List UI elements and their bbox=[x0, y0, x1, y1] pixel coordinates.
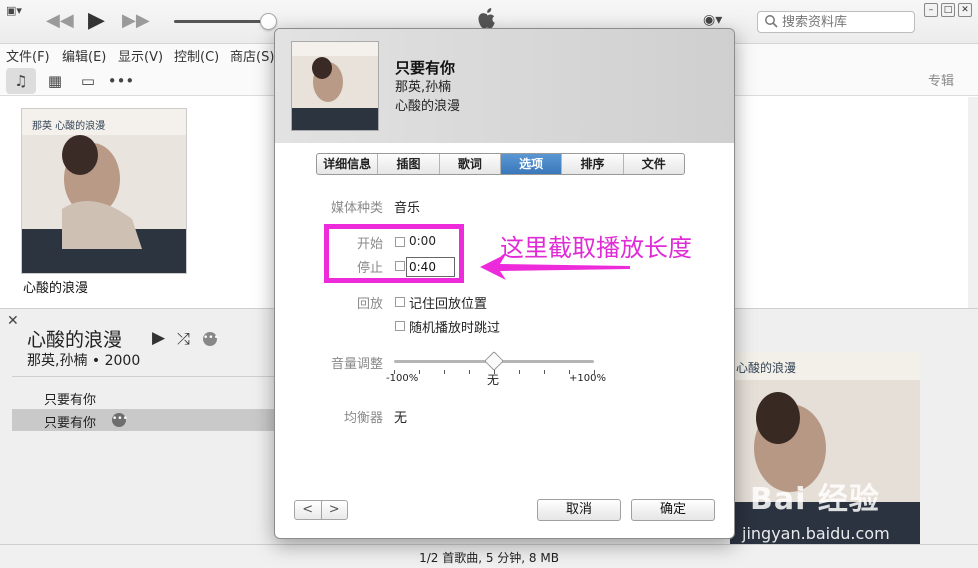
status-bar: 1/2 首歌曲, 5 分钟, 8 MB bbox=[0, 544, 978, 568]
remember-position-checkbox[interactable] bbox=[395, 297, 405, 307]
more-icon[interactable]: ••• bbox=[106, 68, 136, 94]
media-kind-label: 媒体种类 bbox=[330, 201, 383, 216]
dialog-album: 心酸的浪漫 bbox=[395, 99, 461, 114]
watermark-url: jingyan.baidu.com bbox=[742, 524, 890, 543]
album-cover-art: 那英 心酸的浪漫 bbox=[22, 109, 186, 273]
dialog-artist: 那英,孙楠 bbox=[395, 80, 452, 95]
track-row-selected[interactable]: 只要有你 ••• bbox=[12, 409, 274, 431]
slider-tick bbox=[519, 370, 520, 374]
slider-tick bbox=[544, 370, 545, 374]
slider-tick bbox=[469, 370, 470, 374]
tab-sorting[interactable]: 排序 bbox=[562, 154, 624, 174]
annotation-arrow-icon bbox=[480, 254, 630, 280]
volume-adjust-label: 音量调整 bbox=[330, 357, 383, 372]
track-title: 只要有你 bbox=[44, 416, 97, 431]
volume-adjust-knob[interactable] bbox=[484, 351, 504, 371]
shuffle-icon[interactable]: ⤮ bbox=[177, 329, 190, 349]
tv-icon[interactable]: ▭ bbox=[73, 68, 103, 94]
menu-view[interactable]: 显示(V) bbox=[118, 46, 163, 65]
previous-track-button[interactable]: ◀◀ bbox=[46, 10, 74, 32]
volume-min-label: -100% bbox=[386, 373, 419, 384]
tab-details[interactable]: 详细信息 bbox=[317, 154, 379, 174]
search-input[interactable] bbox=[782, 13, 910, 31]
maximize-button[interactable]: □ bbox=[941, 3, 955, 17]
film-icon[interactable]: ▦ bbox=[40, 68, 70, 94]
tab-artwork[interactable]: 插图 bbox=[378, 154, 440, 174]
search-icon bbox=[765, 15, 778, 28]
skip-shuffle-checkbox[interactable] bbox=[395, 321, 405, 331]
more-options-icon[interactable]: ••• bbox=[203, 332, 219, 346]
menu-controls[interactable]: 控制(C) bbox=[174, 46, 219, 65]
track-navigation: < > bbox=[294, 500, 348, 520]
media-kind-value[interactable]: 音乐 bbox=[394, 197, 420, 216]
dialog-album-art bbox=[291, 41, 379, 131]
close-window-button[interactable]: ✕ bbox=[958, 3, 972, 17]
track-row[interactable]: 只要有你 bbox=[12, 386, 274, 408]
remember-position-label[interactable]: 记住回放位置 bbox=[409, 293, 487, 312]
volume-max-label: +100% bbox=[569, 373, 606, 384]
albums-view-link[interactable]: 专辑 bbox=[928, 70, 954, 89]
menu-file[interactable]: 文件(F) bbox=[6, 46, 50, 65]
playback-label: 回放 bbox=[356, 297, 383, 312]
divider bbox=[12, 376, 274, 377]
equalizer-label: 均衡器 bbox=[343, 411, 383, 426]
menu-store[interactable]: 商店(S) bbox=[230, 46, 274, 65]
album-title: 心酸的浪漫 bbox=[27, 329, 123, 351]
album-cover[interactable]: 那英 心酸的浪漫 bbox=[21, 108, 187, 274]
watermark-logo: Bai 经验 bbox=[750, 482, 880, 517]
cancel-button[interactable]: 取消 bbox=[537, 499, 621, 521]
play-button[interactable]: ▶ bbox=[88, 10, 105, 32]
menu-edit[interactable]: 编辑(E) bbox=[62, 46, 106, 65]
equalizer-value[interactable]: 无 bbox=[394, 407, 407, 426]
track-more-icon[interactable]: ••• bbox=[112, 413, 128, 427]
watermark: Bai 经验 jingyan.baidu.com bbox=[742, 474, 978, 544]
album-caption[interactable]: 心酸的浪漫 bbox=[23, 277, 88, 296]
previous-song-button[interactable]: < bbox=[295, 501, 322, 519]
dialog-header: 只要有你 那英,孙楠 心酸的浪漫 bbox=[275, 29, 734, 143]
play-icon[interactable]: ▶ bbox=[152, 328, 165, 348]
skip-shuffle-label[interactable]: 随机播放时跳过 bbox=[409, 317, 500, 336]
music-note-icon[interactable]: ♫ bbox=[6, 68, 36, 94]
tab-file[interactable]: 文件 bbox=[624, 154, 684, 174]
tab-lyrics[interactable]: 歌词 bbox=[440, 154, 501, 174]
next-track-button[interactable]: ▶▶ bbox=[122, 10, 150, 32]
ok-button[interactable]: 确定 bbox=[631, 499, 715, 521]
volume-mid-label: 无 bbox=[487, 373, 500, 387]
highlight-box bbox=[324, 224, 464, 283]
window-menu-button[interactable]: ▣▾ bbox=[6, 4, 32, 18]
minimize-button[interactable]: – bbox=[924, 3, 938, 17]
song-info-dialog: 只要有你 那英,孙楠 心酸的浪漫 详细信息 插图 歌词 选项 排序 文件 媒体种… bbox=[274, 28, 735, 539]
volume-slider-knob[interactable] bbox=[260, 13, 277, 30]
next-song-button[interactable]: > bbox=[322, 501, 348, 519]
svg-text:心酸的浪漫: 心酸的浪漫 bbox=[736, 360, 796, 375]
svg-text:那英 心酸的浪漫: 那英 心酸的浪漫 bbox=[32, 119, 105, 132]
search-box[interactable] bbox=[757, 11, 915, 33]
volume-slider[interactable] bbox=[174, 20, 270, 23]
dialog-song-title: 只要有你 bbox=[395, 59, 456, 77]
status-text: 1/2 首歌曲, 5 分钟, 8 MB bbox=[419, 551, 559, 565]
slider-tick bbox=[419, 370, 420, 374]
slider-tick bbox=[444, 370, 445, 374]
artist-year: 那英,孙楠 • 2000 bbox=[27, 353, 141, 369]
tab-options[interactable]: 选项 bbox=[500, 154, 563, 174]
track-title: 只要有你 bbox=[44, 393, 97, 408]
dialog-tabs: 详细信息 插图 歌词 选项 排序 文件 bbox=[316, 153, 685, 175]
close-icon[interactable]: ✕ bbox=[7, 313, 19, 329]
